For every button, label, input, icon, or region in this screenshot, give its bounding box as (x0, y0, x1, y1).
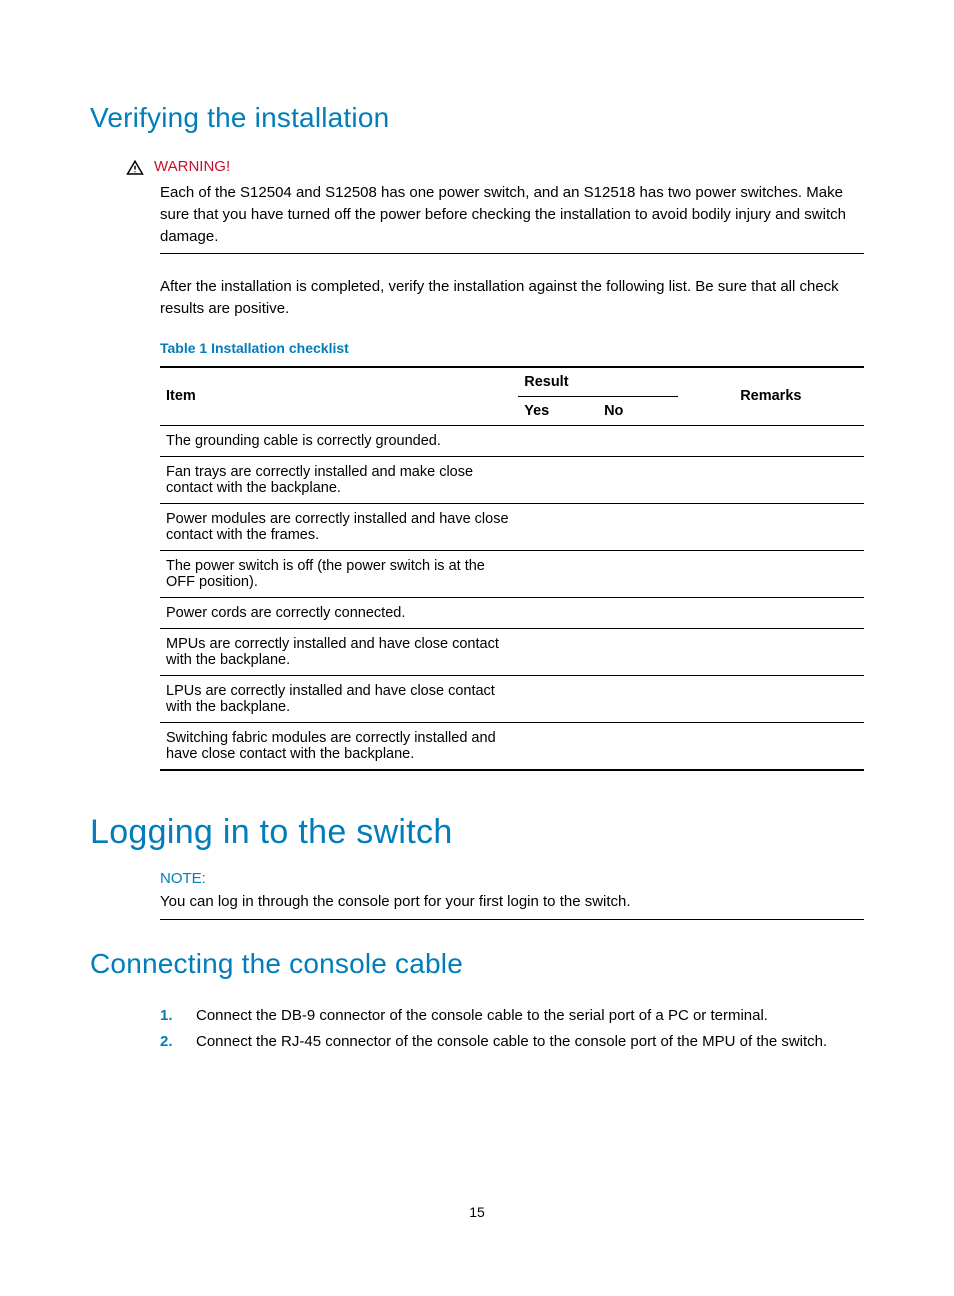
warning-text: Each of the S12504 and S12508 has one po… (160, 182, 864, 247)
remarks-cell (678, 597, 864, 628)
yes-cell (518, 722, 598, 770)
no-cell (598, 597, 678, 628)
list-item: Connect the RJ-45 connector of the conso… (160, 1030, 864, 1054)
remarks-cell (678, 503, 864, 550)
no-cell (598, 675, 678, 722)
item-cell: Power cords are correctly connected. (160, 597, 518, 628)
yes-cell (518, 628, 598, 675)
yes-cell (518, 675, 598, 722)
note-label: NOTE: (160, 870, 864, 887)
no-cell (598, 425, 678, 456)
warning-block: WARNING! Each of the S12504 and S12508 h… (160, 158, 864, 254)
th-result: Result (518, 367, 677, 397)
yes-cell (518, 503, 598, 550)
installation-checklist-table: Item Result Remarks Yes No The grounding… (160, 366, 864, 771)
table-row: The grounding cable is correctly grounde… (160, 425, 864, 456)
table-row: LPUs are correctly installed and have cl… (160, 675, 864, 722)
heading-verifying-installation: Verifying the installation (90, 102, 864, 134)
table-row: Power cords are correctly connected. (160, 597, 864, 628)
yes-cell (518, 425, 598, 456)
heading-logging-in: Logging in to the switch (90, 813, 864, 852)
no-cell (598, 456, 678, 503)
yes-cell (518, 597, 598, 628)
table-row: Switching fabric modules are correctly i… (160, 722, 864, 770)
item-cell: Power modules are correctly installed an… (160, 503, 518, 550)
th-no: No (598, 396, 678, 425)
th-remarks: Remarks (678, 367, 864, 426)
table-row: Power modules are correctly installed an… (160, 503, 864, 550)
table-row: The power switch is off (the power switc… (160, 550, 864, 597)
th-yes: Yes (518, 396, 598, 425)
intro-paragraph: After the installation is completed, ver… (160, 276, 864, 320)
table-row: Fan trays are correctly installed and ma… (160, 456, 864, 503)
item-cell: Switching fabric modules are correctly i… (160, 722, 518, 770)
remarks-cell (678, 675, 864, 722)
remarks-cell (678, 722, 864, 770)
table-caption: Table 1 Installation checklist (160, 340, 864, 356)
item-cell: Fan trays are correctly installed and ma… (160, 456, 518, 503)
note-block: NOTE: You can log in through the console… (160, 870, 864, 920)
th-item: Item (160, 367, 518, 426)
yes-cell (518, 550, 598, 597)
item-cell: The power switch is off (the power switc… (160, 550, 518, 597)
remarks-cell (678, 425, 864, 456)
item-cell: MPUs are correctly installed and have cl… (160, 628, 518, 675)
list-item: Connect the DB-9 connector of the consol… (160, 1004, 864, 1028)
no-cell (598, 722, 678, 770)
warning-label: WARNING! (154, 158, 230, 175)
warning-icon (126, 159, 144, 177)
remarks-cell (678, 456, 864, 503)
table-row: MPUs are correctly installed and have cl… (160, 628, 864, 675)
item-cell: LPUs are correctly installed and have cl… (160, 675, 518, 722)
page-number: 15 (0, 1204, 954, 1220)
remarks-cell (678, 628, 864, 675)
no-cell (598, 503, 678, 550)
heading-connecting-cable: Connecting the console cable (90, 948, 864, 980)
item-cell: The grounding cable is correctly grounde… (160, 425, 518, 456)
note-text: You can log in through the console port … (160, 891, 864, 913)
no-cell (598, 628, 678, 675)
yes-cell (518, 456, 598, 503)
no-cell (598, 550, 678, 597)
steps-list: Connect the DB-9 connector of the consol… (160, 1004, 864, 1054)
remarks-cell (678, 550, 864, 597)
